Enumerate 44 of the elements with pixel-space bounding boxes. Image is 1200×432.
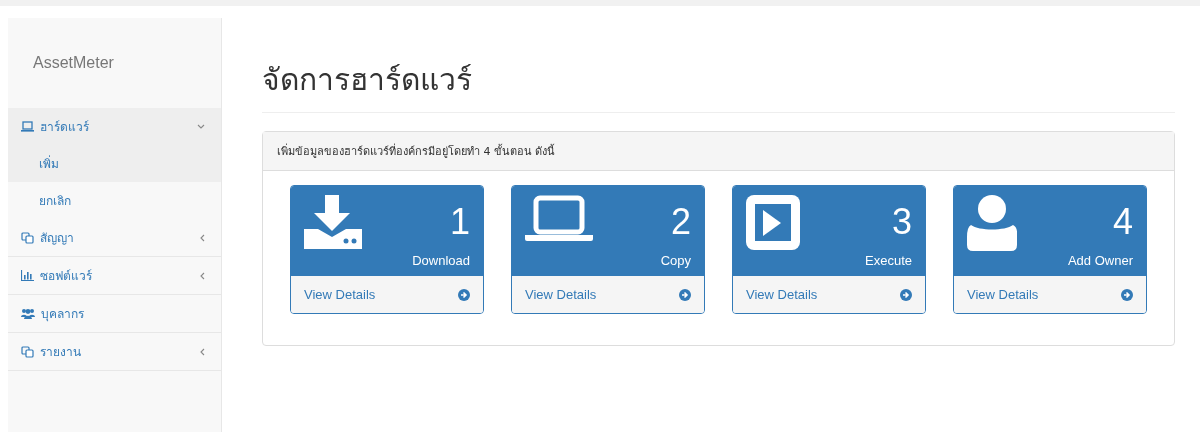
copy-icon	[21, 345, 34, 358]
view-details-link[interactable]: View Details	[954, 276, 1146, 313]
sidebar-item-label: ซอฟต์แวร์	[40, 268, 93, 285]
view-details-link[interactable]: View Details	[291, 276, 483, 313]
laptop-icon	[525, 195, 593, 241]
arrow-circle-icon	[1121, 288, 1133, 301]
page-title: จัดการฮาร์ดแวร์	[262, 56, 1175, 113]
panel-heading: เพิ่มข้อมูลของฮาร์ดแวร์ที่องค์กรมีอยู่โดยทำ 4 ขั้นตอน ดังนี้	[263, 132, 1174, 171]
step-label: Add Owner	[1067, 253, 1133, 268]
view-details-link[interactable]: View Details	[512, 276, 704, 313]
arrow-circle-icon	[458, 288, 470, 301]
sidebar-item-label: สัญญา	[40, 230, 75, 247]
sidebar-item[interactable]: รายงาน	[8, 333, 221, 371]
chevron-down-icon	[197, 124, 205, 129]
step-label: Copy	[660, 253, 691, 268]
sidebar-item[interactable]: ฮาร์ดแวร์	[8, 108, 221, 145]
sidebar-item[interactable]: ซอฟต์แวร์	[8, 257, 221, 295]
sidebar-item[interactable]: บุคลากร	[8, 295, 221, 333]
arrow-circle-icon	[679, 288, 691, 301]
sidebar-item-label: ฮาร์ดแวร์	[40, 119, 90, 136]
step-number: 2	[669, 201, 691, 243]
play-icon	[746, 195, 800, 250]
step-number: 4	[1111, 201, 1133, 243]
chevron-left-icon	[200, 233, 205, 242]
sidebar-item[interactable]: สัญญา	[8, 219, 221, 257]
submenu-item[interactable]: เพิ่ม	[8, 145, 221, 182]
step-number: 1	[448, 201, 470, 243]
step-number: 3	[890, 201, 912, 243]
view-details-link[interactable]: View Details	[733, 276, 925, 313]
sidebar-item-label: บุคลากร	[41, 306, 85, 323]
arrow-circle-icon	[900, 288, 912, 301]
chevron-left-icon	[200, 271, 205, 280]
bar-chart-icon	[21, 270, 34, 281]
users-icon	[21, 308, 35, 319]
laptop-icon	[21, 121, 34, 132]
step-label: Execute	[865, 253, 912, 268]
copy-icon	[21, 231, 34, 244]
user-icon	[967, 195, 1017, 251]
brand-name: AssetMeter	[32, 53, 115, 73]
step-label: Download	[412, 253, 470, 268]
chevron-left-icon	[200, 347, 205, 356]
submenu-item[interactable]: ยกเลิก	[8, 182, 221, 219]
sidebar-item-label: รายงาน	[40, 344, 82, 361]
download-icon	[304, 195, 362, 249]
